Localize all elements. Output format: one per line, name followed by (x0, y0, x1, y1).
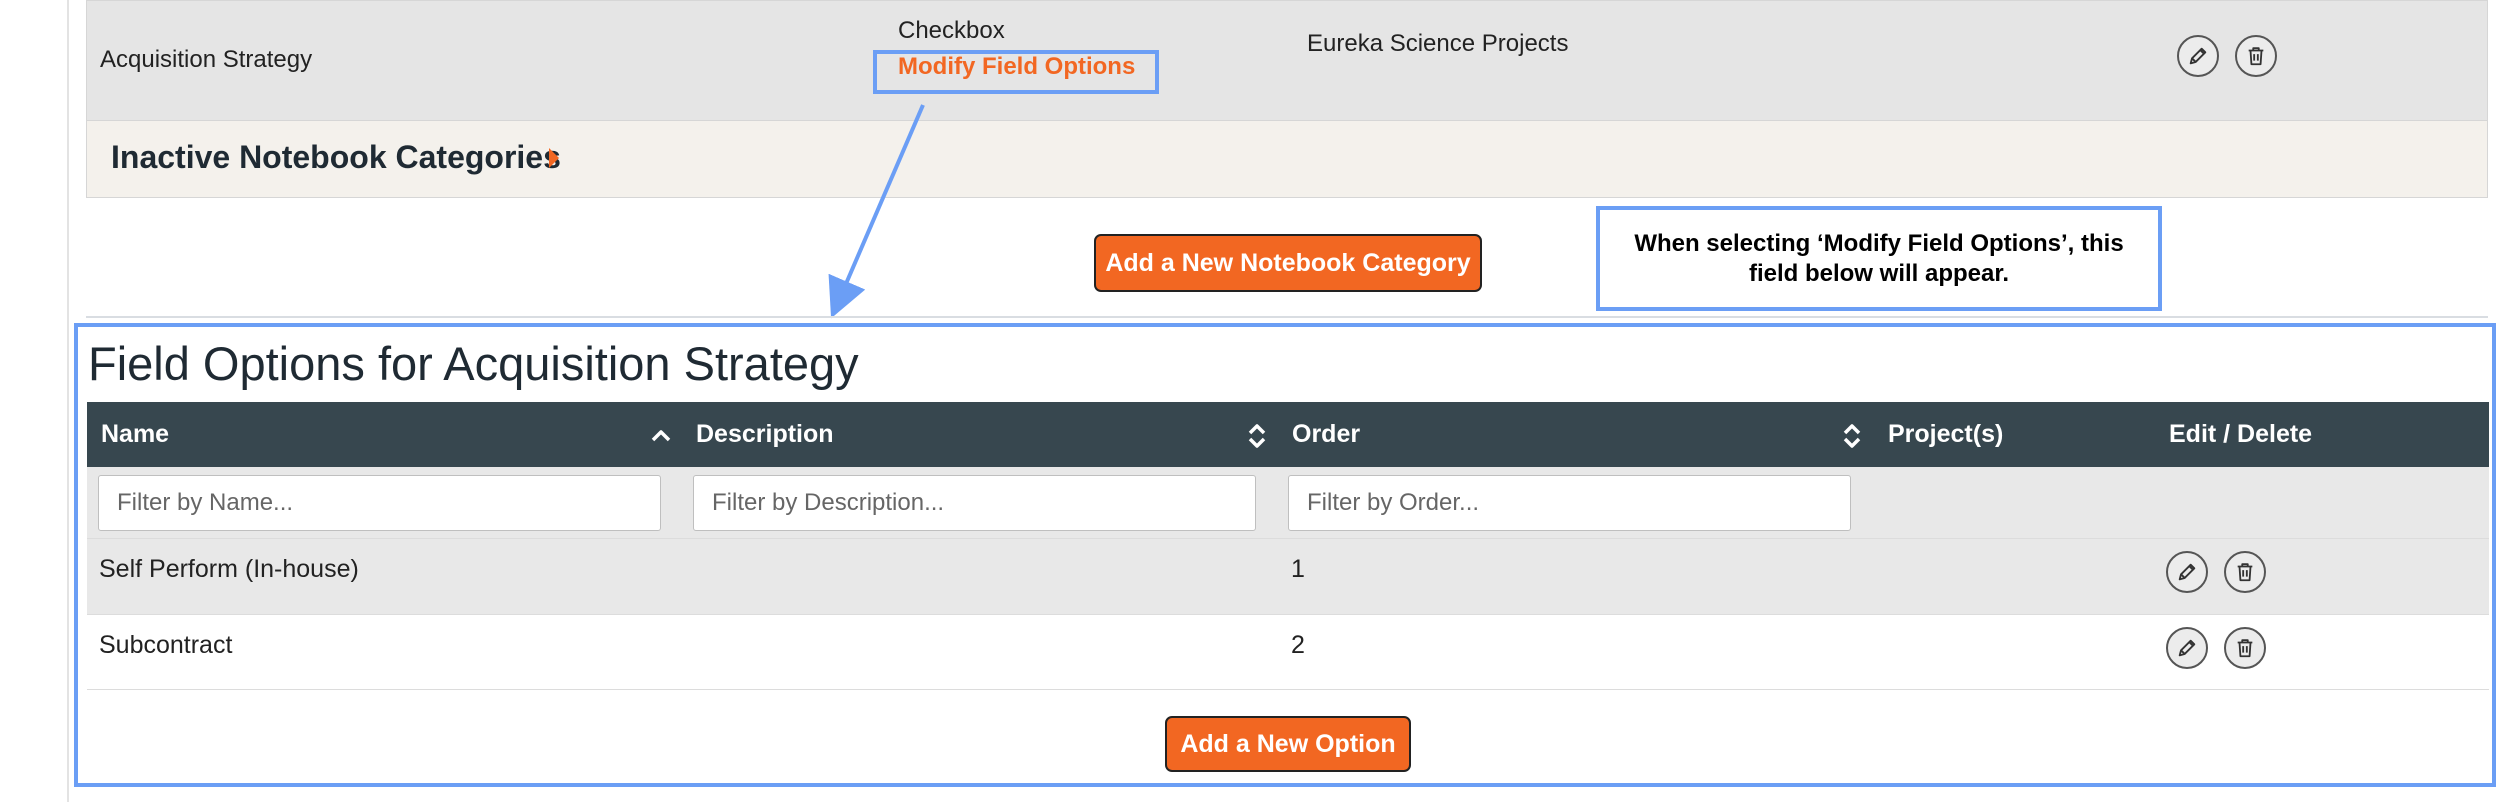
caret-right-icon (549, 148, 559, 168)
column-header-name[interactable]: Name (101, 420, 169, 449)
annotation-callout-text: When selecting ‘Modify Field Options’, t… (1634, 229, 2124, 287)
edit-category-button[interactable] (2177, 35, 2219, 77)
section-divider (86, 316, 2488, 318)
filter-row (87, 467, 2489, 538)
column-header-edit-delete: Edit / Delete (2169, 420, 2313, 448)
inactive-categories-title: Inactive Notebook Categories (111, 139, 561, 175)
field-options-title: Field Options for Acquisition Strategy (88, 337, 859, 390)
column-header-description[interactable]: Description (696, 420, 834, 449)
pencil-icon (2189, 47, 2207, 65)
category-row: Acquisition Strategy Checkbox Modify Fie… (86, 0, 2488, 120)
column-header-projects: Project(s) (1888, 420, 2004, 448)
pencil-icon (2178, 639, 2196, 657)
table-row: Self Perform (In-house) 1 (87, 538, 2489, 614)
sort-both-icon[interactable] (1840, 422, 1864, 450)
category-name: Acquisition Strategy (100, 46, 313, 73)
table-row: Subcontract 2 (87, 614, 2489, 690)
delete-option-button[interactable] (2224, 627, 2266, 669)
category-field-type: Checkbox (898, 17, 1005, 44)
inactive-categories-section[interactable]: Inactive Notebook Categories (86, 120, 2488, 198)
trash-icon (2248, 47, 2264, 66)
delete-category-button[interactable] (2235, 35, 2277, 77)
option-name: Self Perform (In-house) (99, 555, 359, 583)
column-header-order[interactable]: Order (1292, 420, 1360, 449)
trash-icon (2237, 563, 2253, 582)
sort-asc-icon[interactable] (649, 422, 673, 450)
table-header: Name Description Order Project(s) Edit /… (87, 402, 2489, 467)
filter-name-input[interactable] (98, 475, 661, 531)
filter-description-input[interactable] (693, 475, 1256, 531)
edit-option-button[interactable] (2166, 551, 2208, 593)
delete-option-button[interactable] (2224, 551, 2266, 593)
modify-link-highlight (873, 50, 1159, 94)
option-name: Subcontract (99, 631, 233, 659)
add-notebook-category-button[interactable]: Add a New Notebook Category (1094, 234, 1482, 292)
left-rule (67, 0, 69, 802)
annotation-callout: When selecting ‘Modify Field Options’, t… (1596, 206, 2162, 311)
add-option-button[interactable]: Add a New Option (1165, 716, 1411, 772)
filter-order-input[interactable] (1288, 475, 1851, 531)
edit-option-button[interactable] (2166, 627, 2208, 669)
category-project: Eureka Science Projects (1307, 30, 1569, 57)
pencil-icon (2178, 563, 2196, 581)
sort-both-icon[interactable] (1245, 422, 1269, 450)
option-order: 1 (1291, 555, 1305, 583)
trash-icon (2237, 639, 2253, 658)
option-order: 2 (1291, 631, 1305, 659)
